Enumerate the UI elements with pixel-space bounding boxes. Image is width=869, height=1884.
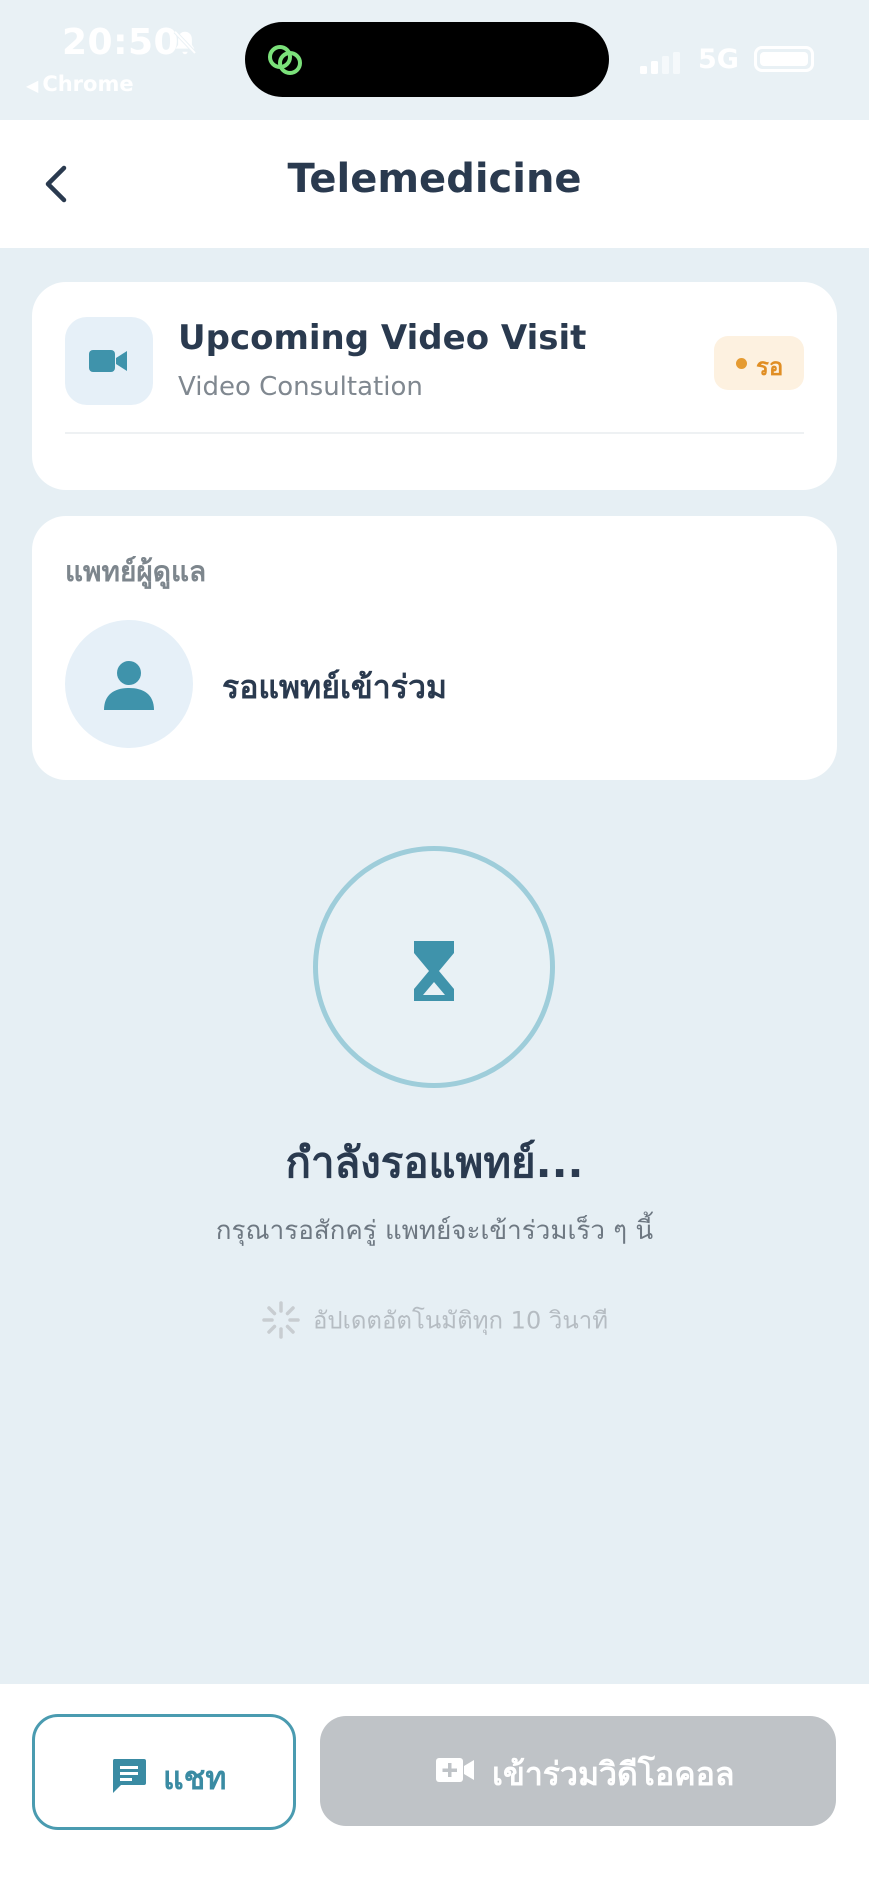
status-dot-icon xyxy=(736,358,747,369)
network-type: 5G xyxy=(698,44,739,75)
waiting-subtitle: กรุณารอสักครู่ แพทย์จะเข้าร่วมเร็ว ๆ นี้ xyxy=(215,1216,654,1246)
battery-icon xyxy=(754,46,814,72)
video-camera-icon xyxy=(89,350,127,372)
video-add-icon xyxy=(436,1758,474,1782)
chat-icon xyxy=(112,1759,146,1793)
back-triangle-icon: ◀ xyxy=(26,76,39,95)
page-title: Telemedicine xyxy=(287,156,582,202)
loading-spinner-icon xyxy=(262,1301,300,1339)
auto-update-note: อัปเดตอัตโนมัติทุก 10 วินาที xyxy=(0,1300,869,1340)
status-badge: รอ xyxy=(714,336,804,390)
chat-button[interactable]: แชท xyxy=(32,1714,296,1830)
status-text: รอ xyxy=(756,353,784,381)
app-link-logo-icon xyxy=(268,45,302,75)
doctor-name: รอแพทย์เข้าร่วม xyxy=(222,668,447,706)
auto-update-text: อัปเดตอัตโนมัติทุก 10 วินาที xyxy=(312,1306,609,1335)
join-video-call-label: เข้าร่วมวิดีโอคอล xyxy=(492,1755,735,1793)
back-to-app-link[interactable]: ◀ Chrome xyxy=(26,72,134,96)
back-app-label: Chrome xyxy=(42,72,134,96)
bell-muted-icon xyxy=(173,30,197,55)
status-bar: 20:50 ◀ Chrome 5G xyxy=(0,0,869,120)
visit-card: Upcoming Video Visit Video Consultation … xyxy=(32,282,837,490)
cellular-signal-icon xyxy=(640,52,680,74)
person-icon xyxy=(104,661,154,710)
dynamic-island xyxy=(245,22,609,97)
hourglass-icon xyxy=(414,941,454,1001)
visit-subtitle: Video Consultation xyxy=(178,372,423,402)
join-video-call-button[interactable]: เข้าร่วมวิดีโอคอล xyxy=(320,1716,836,1826)
bottom-action-bar: แชท เข้าร่วมวิดีโอคอล xyxy=(0,1684,869,1884)
doctor-section-label: แพทย์ผู้ดูแล xyxy=(65,555,207,588)
doctor-avatar xyxy=(65,620,193,748)
waiting-title: กำลังรอแพทย์... xyxy=(285,1138,584,1187)
app-header: Telemedicine xyxy=(0,120,869,248)
visit-icon-box xyxy=(65,317,153,405)
waiting-indicator xyxy=(313,846,555,1088)
visit-title: Upcoming Video Visit xyxy=(178,318,587,358)
divider xyxy=(65,432,804,434)
status-time: 20:50 xyxy=(62,22,180,63)
doctor-card: แพทย์ผู้ดูแล รอแพทย์เข้าร่วม xyxy=(32,516,837,780)
chat-button-label: แชท xyxy=(163,1759,227,1797)
